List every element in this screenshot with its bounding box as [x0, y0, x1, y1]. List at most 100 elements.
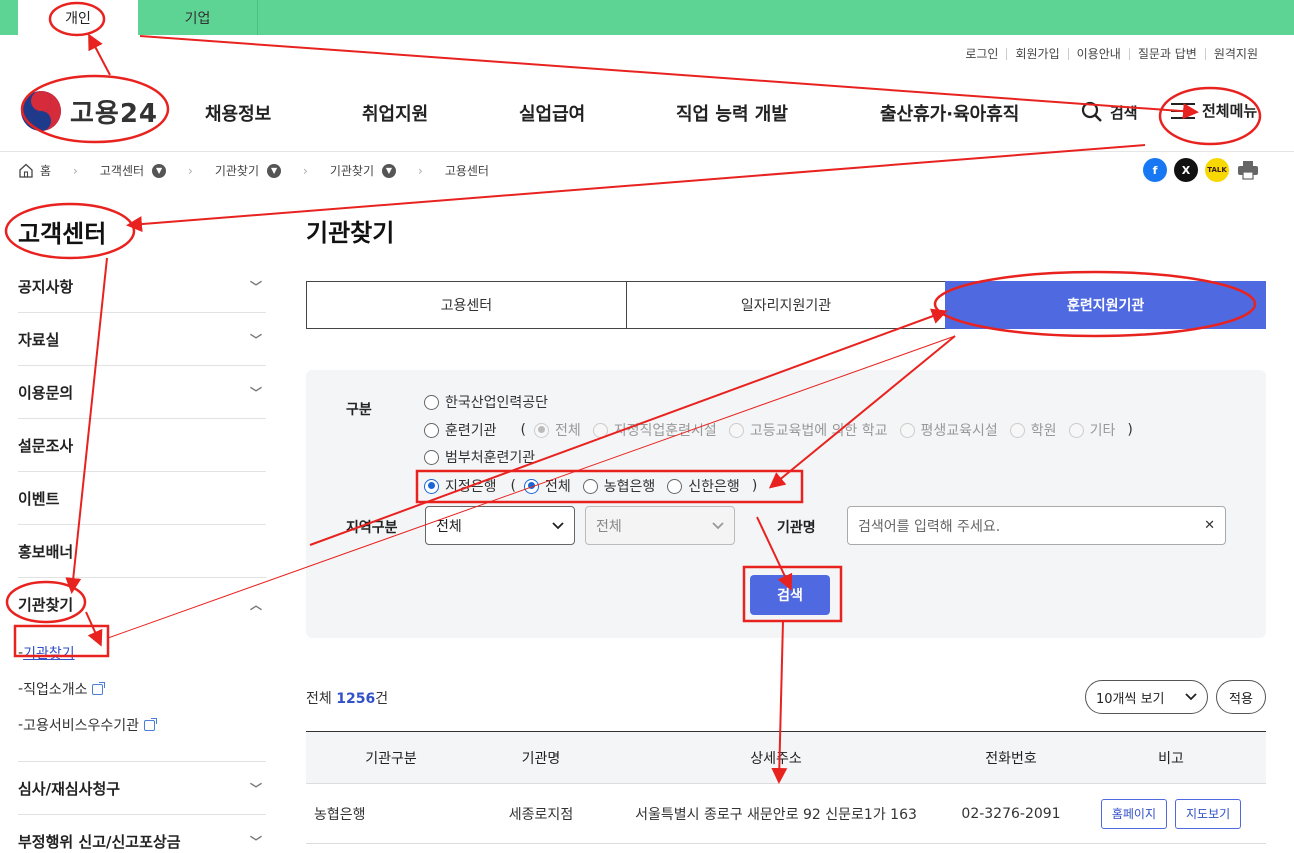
- nav-employment-support[interactable]: 취업지원: [362, 100, 428, 126]
- sidebar-item-banner[interactable]: 홍보배너: [18, 525, 266, 578]
- tab-job-support-agency[interactable]: 일자리지원기관: [625, 281, 947, 329]
- guide-link[interactable]: 이용안내: [1069, 45, 1129, 62]
- radio-sub-all[interactable]: 전체: [534, 420, 581, 440]
- submenu-find-agency[interactable]: - 기관찾기: [18, 635, 266, 671]
- annotation-arrow: [126, 144, 1146, 233]
- signup-link[interactable]: 회원가입: [1007, 45, 1067, 62]
- clear-icon[interactable]: ✕: [1204, 518, 1215, 533]
- col-type: 기관구분: [365, 750, 417, 767]
- chevron-down-icon[interactable]: ▼: [382, 163, 396, 178]
- nav-jobs[interactable]: 채용정보: [205, 100, 271, 126]
- col-note: 비고: [1158, 750, 1184, 767]
- sidebar-item-label: 이용문의: [18, 383, 74, 402]
- radio-button[interactable]: [534, 422, 549, 438]
- radio-bank-nh[interactable]: 농협은행: [582, 476, 656, 496]
- x-icon[interactable]: X: [1174, 158, 1198, 182]
- radio-label: 지정직업훈련시설: [613, 423, 717, 439]
- paren-open: (: [510, 478, 516, 494]
- sidebar-title: 고객센터: [18, 220, 107, 248]
- radio-button[interactable]: [424, 478, 439, 494]
- sidebar-item-archive[interactable]: 자료실 ﹀: [18, 313, 266, 366]
- apply-button[interactable]: 적용: [1216, 680, 1266, 714]
- tab-business[interactable]: 기업: [138, 0, 258, 35]
- tab-personal[interactable]: 개인: [18, 0, 138, 35]
- map-button[interactable]: 지도보기: [1175, 798, 1242, 829]
- search-label: 검색: [1110, 103, 1138, 122]
- radio-sub-academy[interactable]: 학원: [1009, 420, 1057, 440]
- radio-button[interactable]: [424, 394, 439, 410]
- submenu-excellent-agency[interactable]: - 고용서비스우수기관: [18, 707, 266, 743]
- radio-training-institution[interactable]: 훈련기관: [424, 420, 497, 440]
- radio-designated-bank[interactable]: 지정은행: [424, 476, 497, 496]
- remote-support-link[interactable]: 원격지원: [1206, 45, 1266, 62]
- kakao-icon[interactable]: TALK: [1205, 158, 1229, 182]
- radio-label: 농협은행: [603, 479, 656, 495]
- chevron-down-icon[interactable]: ▼: [152, 163, 167, 178]
- sidebar-item-report[interactable]: 부정행위 신고/신고포상금 ﹀: [18, 815, 266, 853]
- radio-button[interactable]: [582, 478, 598, 494]
- external-link-icon: [92, 681, 106, 695]
- radio-bank-shinhan[interactable]: 신한은행: [667, 476, 740, 496]
- radio-button[interactable]: [728, 422, 744, 438]
- radio-button[interactable]: [667, 478, 683, 494]
- nav-job-skills[interactable]: 직업 능력 개발: [676, 100, 788, 126]
- breadcrumb-find-agency-2[interactable]: 기관찾기 ▼: [330, 162, 396, 179]
- radio-sub-designated[interactable]: 지정직업훈련시설: [592, 420, 717, 440]
- radio-button[interactable]: [1009, 422, 1025, 438]
- sidebar-item-label: 자료실: [18, 330, 60, 349]
- sidebar: 공지사항 ﹀ 자료실 ﹀ 이용문의 ﹀ 설문조사 이벤트 홍보배너 기관찾기 ︿ - 기관…: [18, 260, 266, 853]
- radio-sub-university[interactable]: 고등교육법에 의한 학교: [728, 420, 888, 440]
- search-button[interactable]: 검색: [1080, 100, 1138, 124]
- sidebar-item-appeal[interactable]: 심사/재심사청구 ﹀: [18, 762, 266, 815]
- nav-maternity-leave[interactable]: 출산휴가·육아휴직: [880, 100, 1019, 126]
- sidebar-item-find-agency[interactable]: 기관찾기 ︿: [18, 578, 266, 631]
- radio-sub-etc[interactable]: 기타: [1068, 420, 1115, 440]
- tab-employment-center[interactable]: 고용센터: [306, 281, 627, 329]
- breadcrumb-find-agency[interactable]: 기관찾기 ▼: [215, 162, 282, 179]
- breadcrumb: 홈 › 고객센터 ▼ › 기관찾기 ▼ › 기관찾기 ▼ › 고용센터: [18, 162, 489, 179]
- radio-hrdk[interactable]: 한국산업인력공단: [424, 392, 548, 412]
- radio-label: 전체: [555, 423, 581, 439]
- radio-sub-lifelong[interactable]: 평생교육시설: [899, 420, 998, 440]
- radio-bank-all[interactable]: 전체: [524, 476, 571, 496]
- breadcrumb-customer-center[interactable]: 고객센터 ▼: [100, 162, 167, 179]
- sidebar-item-survey[interactable]: 설문조사: [18, 419, 266, 472]
- sidebar-item-inquiry[interactable]: 이용문의 ﹀: [18, 366, 266, 419]
- tab-training-agency[interactable]: 훈련지원기관: [945, 281, 1267, 329]
- radio-button[interactable]: [1068, 422, 1084, 438]
- filter-search-button[interactable]: 검색: [750, 575, 830, 615]
- homepage-button[interactable]: 홈페이지: [1100, 798, 1167, 829]
- sidebar-item-label: 기관찾기: [18, 596, 74, 614]
- cell-name: 세종로지점: [508, 806, 574, 823]
- region-select-2[interactable]: 전체: [585, 506, 735, 545]
- col-name: 기관명: [521, 750, 561, 767]
- table-header: 기관구분 기관명 상세주소 전화번호 비고: [306, 731, 1266, 784]
- login-link[interactable]: 로그인: [957, 45, 1006, 62]
- radio-button[interactable]: [424, 422, 439, 438]
- chevron-down-icon[interactable]: ▼: [267, 163, 282, 178]
- region-select-1[interactable]: 전체: [425, 506, 575, 545]
- page-title: 기관찾기: [306, 219, 395, 247]
- radio-cross-ministry[interactable]: 범부처훈련기관: [424, 447, 535, 467]
- nav-unemployment-benefit[interactable]: 실업급여: [519, 100, 585, 126]
- qna-link[interactable]: 질문과 답변: [1130, 45, 1205, 62]
- radio-button[interactable]: [524, 478, 539, 494]
- radio-button[interactable]: [424, 449, 439, 465]
- per-page-select[interactable]: 10개씩 보기: [1085, 680, 1208, 714]
- agency-name-input[interactable]: 검색어를 입력해 주세요. ✕: [847, 506, 1226, 545]
- all-menu-button[interactable]: 전체메뉴: [1170, 100, 1257, 121]
- cell-address: 서울특별시 종로구 새문안로 92 신문로1가 163: [635, 806, 917, 823]
- radio-button[interactable]: [592, 422, 608, 438]
- breadcrumb-home[interactable]: 홈: [18, 162, 51, 179]
- col-address: 상세주소: [750, 750, 802, 767]
- print-icon[interactable]: [1236, 158, 1260, 182]
- sidebar-item-event[interactable]: 이벤트: [18, 472, 266, 525]
- facebook-icon[interactable]: f: [1143, 158, 1167, 182]
- per-page-value: 10개씩 보기: [1096, 691, 1165, 707]
- submenu-job-agency[interactable]: - 직업소개소: [18, 671, 266, 707]
- chevron-down-icon: [1185, 693, 1197, 701]
- radio-button[interactable]: [899, 422, 915, 438]
- sidebar-item-label: 이벤트: [18, 489, 60, 508]
- sidebar-item-notice[interactable]: 공지사항 ﹀: [18, 260, 266, 313]
- result-prefix: 전체: [306, 691, 332, 707]
